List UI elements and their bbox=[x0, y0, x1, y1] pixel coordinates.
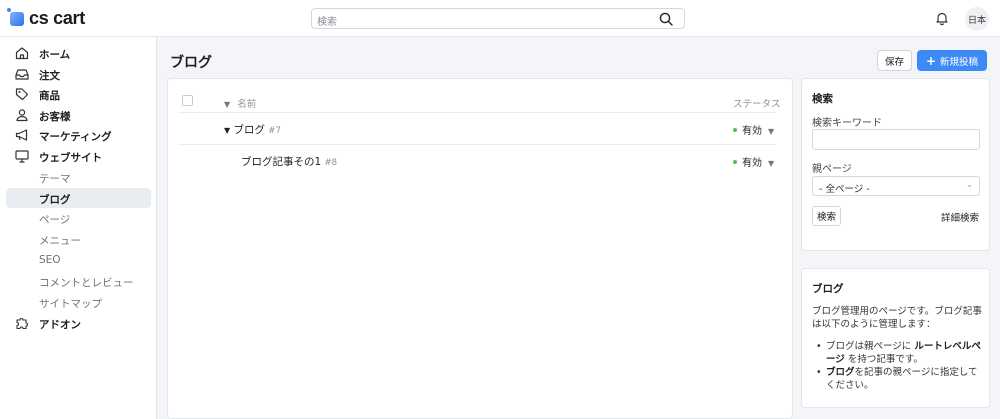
sidebar-item-label: ウェブサイト bbox=[39, 152, 102, 164]
sidebar-subitem-comments[interactable]: コメントとレビュー bbox=[0, 271, 157, 291]
sidebar-subitem-label: ブログ bbox=[39, 194, 71, 206]
status-dropdown[interactable]: 有効 ▼ bbox=[733, 122, 774, 137]
sidebar-subitem-label: サイトマップ bbox=[39, 298, 102, 310]
keyword-label: 検索キーワード bbox=[812, 118, 882, 129]
logo-mark bbox=[7, 7, 24, 26]
sidebar-subitem-seo[interactable]: SEO bbox=[0, 250, 157, 270]
sidebar-item-label: ホーム bbox=[39, 49, 71, 61]
parent-page-value: - 全ページ - bbox=[819, 184, 870, 195]
sidebar-item-products[interactable]: 商品 bbox=[0, 84, 157, 104]
collapse-caret-icon[interactable]: ▼ bbox=[224, 126, 230, 135]
list-item: ブログは親ページに ルートレベルページ を持つ記事です。 bbox=[816, 340, 982, 366]
sidebar-item-orders[interactable]: 注文 bbox=[0, 64, 157, 84]
sidebar-item-marketing[interactable]: マーケティング bbox=[0, 125, 157, 145]
select-all-checkbox[interactable] bbox=[182, 95, 193, 106]
blog-list-panel: ▼ 名前 ステータス ▼ ブログ #7 有効 ▼ ブログ記事その1 #8 有効 ▼ bbox=[167, 78, 793, 419]
megaphone-icon bbox=[15, 129, 28, 141]
inbox-icon bbox=[15, 69, 29, 80]
search-card-title: 検索 bbox=[812, 93, 833, 105]
new-post-button[interactable]: + 新規投稿 bbox=[917, 50, 987, 71]
search-button[interactable]: 検索 bbox=[812, 206, 841, 226]
advanced-search-link[interactable]: 詳細検索 bbox=[941, 210, 979, 224]
puzzle-icon bbox=[16, 318, 28, 330]
new-post-label: 新規投稿 bbox=[940, 56, 979, 68]
info-card-title: ブログ bbox=[812, 283, 844, 295]
sidebar-subitem-label: メニュー bbox=[39, 235, 81, 247]
status-dropdown[interactable]: 有効 ▼ bbox=[733, 154, 774, 169]
sidebar-item-label: アドオン bbox=[39, 319, 81, 331]
tag-icon bbox=[15, 88, 29, 101]
parent-page-select[interactable]: - 全ページ - ⌄ bbox=[812, 176, 980, 196]
status-dot bbox=[733, 160, 737, 164]
search-placeholder: 検索 bbox=[317, 17, 337, 28]
list-item: ブログを記事の親ページに指定してください。 bbox=[816, 366, 982, 392]
search-icon[interactable] bbox=[658, 11, 674, 27]
sidebar-subitem-label: コメントとレビュー bbox=[39, 277, 134, 289]
status-label: 有効 bbox=[742, 126, 762, 137]
sort-caret-icon: ▼ bbox=[224, 100, 231, 109]
sidebar: ホーム 注文 商品 お客様 マーケティング ウェブサイト テーマ ブログ ページ… bbox=[0, 37, 157, 419]
page-title: ブログ bbox=[170, 55, 212, 71]
top-bar: cs cart 検索 日本 bbox=[0, 0, 1000, 37]
sidebar-item-label: マーケティング bbox=[39, 131, 112, 143]
row-name[interactable]: ブログ記事その1 bbox=[241, 156, 321, 168]
row-id: #7 bbox=[268, 126, 281, 136]
column-header-name[interactable]: ▼ 名前 bbox=[224, 96, 256, 110]
keyword-input[interactable] bbox=[812, 129, 980, 150]
info-card: ブログ ブログ管理用のページです。ブログ記事は以下のように管理します： ブログは… bbox=[801, 268, 990, 408]
table-row[interactable]: ブログ記事その1 #8 有効 ▼ bbox=[178, 144, 776, 176]
sidebar-subitem-blog[interactable]: ブログ bbox=[6, 188, 151, 208]
status-label: 有効 bbox=[742, 158, 762, 169]
sidebar-item-website[interactable]: ウェブサイト bbox=[0, 146, 157, 166]
sidebar-item-customers[interactable]: お客様 bbox=[0, 105, 157, 125]
info-intro: ブログ管理用のページです。ブログ記事は以下のように管理します： bbox=[812, 306, 982, 330]
save-button[interactable]: 保存 bbox=[877, 50, 912, 71]
sidebar-subitem-pages[interactable]: ページ bbox=[0, 208, 157, 228]
logo-text: cs cart bbox=[29, 8, 85, 28]
search-input[interactable]: 検索 bbox=[311, 8, 685, 29]
table-row[interactable]: ▼ ブログ #7 有効 ▼ bbox=[178, 112, 776, 144]
sidebar-item-label: 商品 bbox=[39, 90, 60, 102]
info-list: ブログは親ページに ルートレベルページ を持つ記事です。 ブログを記事の親ページ… bbox=[816, 340, 982, 392]
sidebar-item-addons[interactable]: アドオン bbox=[0, 313, 157, 333]
column-header-status[interactable]: ステータス bbox=[733, 96, 781, 110]
plus-icon: + bbox=[925, 53, 937, 68]
chevron-down-icon: ▼ bbox=[768, 127, 775, 136]
sidebar-subitem-label: ページ bbox=[39, 214, 71, 226]
row-id: #8 bbox=[324, 158, 338, 168]
sidebar-subitem-label: SEO bbox=[39, 254, 61, 266]
sidebar-item-home[interactable]: ホーム bbox=[0, 43, 157, 63]
sidebar-item-label: 注文 bbox=[39, 70, 60, 82]
status-dot bbox=[733, 128, 737, 132]
sidebar-subitem-label: テーマ bbox=[39, 173, 71, 185]
bell-icon[interactable] bbox=[934, 10, 950, 26]
language-avatar[interactable]: 日本 bbox=[965, 7, 989, 31]
logo[interactable]: cs cart bbox=[7, 7, 85, 29]
user-icon bbox=[16, 109, 28, 122]
row-name[interactable]: ブログ bbox=[234, 124, 266, 136]
parent-page-label: 親ページ bbox=[812, 164, 852, 175]
sidebar-item-label: お客様 bbox=[39, 111, 71, 123]
home-icon bbox=[15, 47, 29, 60]
chevron-down-icon: ⌄ bbox=[966, 180, 973, 189]
sidebar-subitem-menus[interactable]: メニュー bbox=[0, 229, 157, 249]
column-header-label: 名前 bbox=[237, 99, 257, 110]
chevron-down-icon: ▼ bbox=[768, 159, 775, 168]
search-card: 検索 検索キーワード 親ページ - 全ページ - ⌄ 検索 詳細検索 bbox=[801, 78, 990, 251]
sidebar-subitem-themes[interactable]: テーマ bbox=[0, 167, 157, 187]
monitor-icon bbox=[15, 150, 29, 163]
sidebar-subitem-sitemap[interactable]: サイトマップ bbox=[0, 292, 157, 312]
